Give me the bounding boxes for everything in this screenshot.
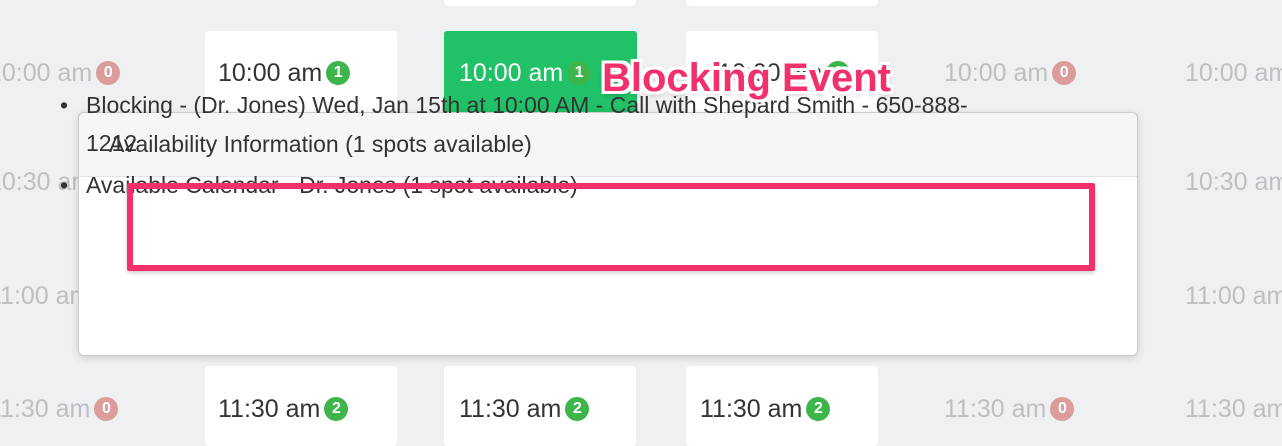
time-slot[interactable]: 11:30 am [1185, 392, 1282, 426]
time-slot[interactable]: 10:00 am 0 [0, 56, 121, 90]
slot-card-partial [686, 0, 878, 6]
time-slot[interactable]: 11:30 am 2 [218, 392, 349, 426]
bullet-icon: • [60, 92, 69, 118]
time-label: 11:30 am [1185, 394, 1282, 423]
time-slot[interactable]: 10:00 am 1 [218, 56, 351, 90]
time-slot[interactable]: 11:00 am [1185, 279, 1282, 313]
time-slot[interactable]: 10:00 am 0 [944, 56, 1077, 90]
spots-badge: 2 [565, 397, 590, 421]
spots-badge: 2 [806, 397, 831, 421]
spots-badge: 0 [1052, 61, 1077, 85]
time-label: 11:00 am [1185, 281, 1282, 310]
spots-badge: 1 [567, 61, 592, 85]
annotation-label: Blocking Event [602, 56, 891, 100]
time-slot[interactable]: 11:30 am 0 [944, 392, 1075, 426]
time-label: 10:00 am [218, 58, 323, 87]
time-label: 11:30 am [700, 394, 803, 423]
availability-item-text: Blocking - (Dr. Jones) Wed, Jan 15th at … [86, 92, 968, 156]
time-label: 11:30 am [0, 394, 91, 423]
highlight-box [127, 183, 1095, 271]
time-slot[interactable]: 10:30 am [1185, 165, 1282, 199]
time-slot[interactable]: 11:30 am 0 [0, 392, 119, 426]
spots-badge: 0 [1050, 397, 1075, 421]
time-label: 11:30 am [459, 394, 562, 423]
time-slot-selected[interactable]: 10:00 am 1 [459, 56, 592, 90]
time-label: 10:30 am [1185, 167, 1282, 196]
time-label: 11:30 am [944, 394, 1047, 423]
time-label: 11:00 am [0, 281, 91, 310]
spots-badge: 1 [326, 61, 351, 85]
slot-card-partial [444, 0, 636, 6]
time-label: 10:00 am [944, 58, 1049, 87]
time-label: 10:00 am [1185, 58, 1282, 87]
time-label: 11:30 am [218, 394, 321, 423]
spots-badge: 0 [94, 397, 119, 421]
time-slot[interactable]: 10:00 am [1185, 56, 1282, 90]
spots-badge: 0 [96, 61, 121, 85]
time-slot[interactable]: 11:30 am 2 [459, 392, 590, 426]
time-label: 10:00 am [0, 58, 93, 87]
time-slot[interactable]: 11:00 am [0, 279, 90, 313]
time-slot[interactable]: 11:30 am 2 [700, 392, 831, 426]
bullet-icon: • [60, 172, 69, 198]
spots-badge: 2 [324, 397, 349, 421]
time-label: 10:00 am [459, 58, 564, 87]
